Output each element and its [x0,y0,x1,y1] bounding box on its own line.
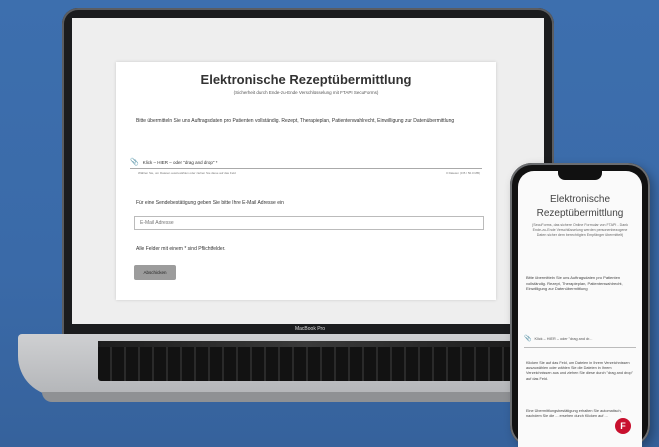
required-note: Alle Felder mit einem * sind Pflichtfeld… [136,246,226,252]
ftapi-badge-icon[interactable]: F [615,418,631,434]
paperclip-icon: 📎 [130,159,139,166]
phone-notch [558,171,602,180]
file-upload-prompt: Klick – HIER – oder "drag and drop" * [142,159,218,165]
email-label: Für eine Sendebestätigung geben Sie bitt… [136,200,284,206]
file-upload-dropzone[interactable]: 📎 Klick – HIER – oder "drag and drop" * [130,157,482,167]
form-intro: Bitte übermitteln Sie uns Auftragsdaten … [136,118,455,124]
email-field[interactable] [134,216,484,230]
paperclip-icon: 📎 [524,336,532,342]
phone-screen: Elektronische Rezeptübermittlung (SecuFo… [518,171,642,447]
mobile-form-title: Elektronische Rezeptübermittlung [536,194,624,219]
file-upload-hint: Wählen Sie, um Dateien auszuwählen oder … [138,171,236,175]
mobile-file-upload-dropzone[interactable]: 📎 Klick – HIER – oder "drag and dr... [524,335,636,342]
form-title: Elektronische Rezeptübermittlung [200,72,412,87]
divider [130,168,482,169]
laptop-lip [42,392,578,402]
divider [524,347,636,348]
file-count: 0 Dateien (0 B / 50.0 MB) [446,171,480,175]
mobile-confirm-text: Eine Übermittlungsbestätigung erhalten S… [526,409,622,419]
mobile-file-upload-prompt: Klick – HIER – oder "drag and dr... [534,336,593,341]
secuforms-form: Elektronische Rezeptübermittlung (Sicher… [116,62,496,300]
submit-button[interactable]: Abschicken [134,265,176,280]
laptop-screen: Elektronische Rezeptübermittlung (Sicher… [72,18,544,324]
form-subtitle: (Sicherheit durch Ende-zu-Ende Verschlüs… [233,90,379,95]
keyboard [98,341,516,381]
touch-bar [98,341,516,347]
mobile-file-hint: Klicken Sie auf das Feld, um Dateien in … [526,361,633,381]
mobile-form-intro: Bitte übermitteln Sie uns Auftragsdaten … [526,275,623,291]
mobile-form-subtitle: (SecuForms, das sichere Online Formular … [532,223,628,237]
